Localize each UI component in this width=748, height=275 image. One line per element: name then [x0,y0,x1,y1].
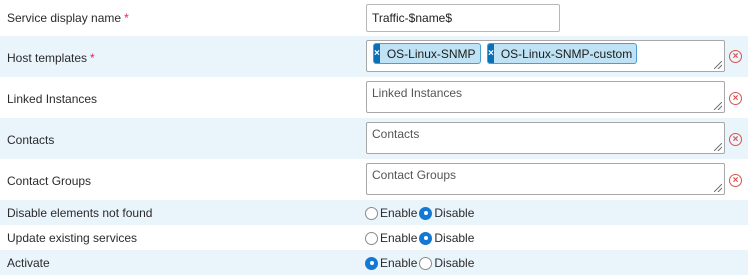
contacts-placeholder: Contacts [372,127,420,141]
resize-handle[interactable] [714,102,722,110]
row-linked-instances: Linked Instances Linked Instances × [0,77,748,118]
clear-host-templates-icon[interactable]: × [729,50,742,63]
linked-instances-label: Linked Instances [7,92,98,106]
contact-groups-select[interactable]: Contact Groups [366,163,725,195]
disable-not-found-disable-radio[interactable] [419,206,433,220]
disable-not-found-label: Disable elements not found [7,206,153,220]
row-contact-groups: Contact Groups Contact Groups × [0,159,748,200]
linked-instances-placeholder: Linked Instances [372,86,463,100]
host-templates-label: Host templates * [7,51,95,65]
chip-label: OS-Linux-SNMP-custom [500,46,633,61]
activate-enable-radio[interactable] [365,256,378,270]
update-existing-enable-radio[interactable] [365,231,378,245]
activate-disable-radio[interactable] [419,256,433,270]
clear-linked-instances-icon[interactable]: × [729,92,742,105]
required-marker: * [90,51,95,65]
chip-os-linux-snmp: × OS-Linux-SNMP [373,43,481,64]
service-display-name-label: Service display name * [7,11,129,25]
update-existing-label: Update existing services [7,231,138,245]
radio-label-disable[interactable]: Disable [434,256,474,270]
clear-contact-groups-icon[interactable]: × [729,174,742,187]
contact-groups-placeholder: Contact Groups [372,168,457,182]
update-existing-disable-radio[interactable] [419,231,433,245]
contacts-label: Contacts [7,133,55,147]
chip-label: OS-Linux-SNMP [386,46,476,61]
radio-label-enable[interactable]: Enable [380,256,417,270]
update-existing-radio-group: Enable Disable [365,231,476,245]
row-host-templates: Host templates * × OS-Linux-SNMP × OS-Lin… [0,36,748,77]
radio-label-enable[interactable]: Enable [380,206,417,220]
contact-groups-label: Contact Groups [7,174,92,188]
resize-handle[interactable] [714,184,722,192]
row-service-display-name: Service display name * Traffic-$name$ [0,0,748,36]
row-activate: Activate Enable Disable [0,250,748,275]
resize-handle[interactable] [714,61,722,69]
chip-os-linux-snmp-custom: × OS-Linux-SNMP-custom [487,43,637,64]
disable-not-found-enable-radio[interactable] [365,206,378,220]
row-update-existing-services: Update existing services Enable Disable [0,225,748,250]
resize-handle[interactable] [714,143,722,151]
contacts-select[interactable]: Contacts [366,122,725,154]
activate-label: Activate [7,256,50,270]
clear-contacts-icon[interactable]: × [729,133,742,146]
service-display-name-input[interactable]: Traffic-$name$ [366,4,560,32]
row-contacts: Contacts Contacts × [0,118,748,159]
activate-radio-group: Enable Disable [365,256,476,270]
host-templates-select[interactable]: × OS-Linux-SNMP × OS-Linux-SNMP-custom [366,40,725,72]
linked-instances-select[interactable]: Linked Instances [366,81,725,113]
disable-not-found-radio-group: Enable Disable [365,206,476,220]
row-disable-elements-not-found: Disable elements not found Enable Disabl… [0,200,748,225]
radio-label-disable[interactable]: Disable [434,206,474,220]
required-marker: * [124,11,129,25]
radio-label-enable[interactable]: Enable [380,231,417,245]
service-form: Service display name * Traffic-$name$ Hos… [0,0,748,275]
radio-label-disable[interactable]: Disable [434,231,474,245]
